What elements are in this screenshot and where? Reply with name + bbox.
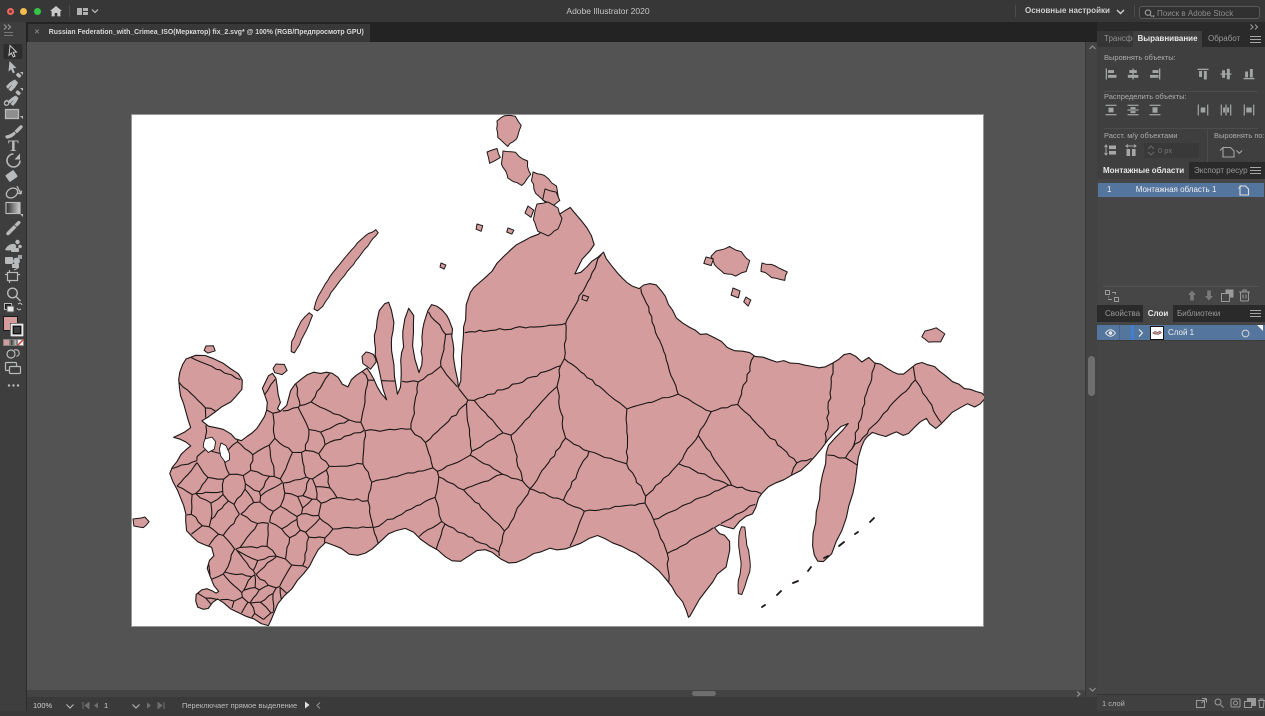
svg-text:T: T [8, 138, 19, 155]
